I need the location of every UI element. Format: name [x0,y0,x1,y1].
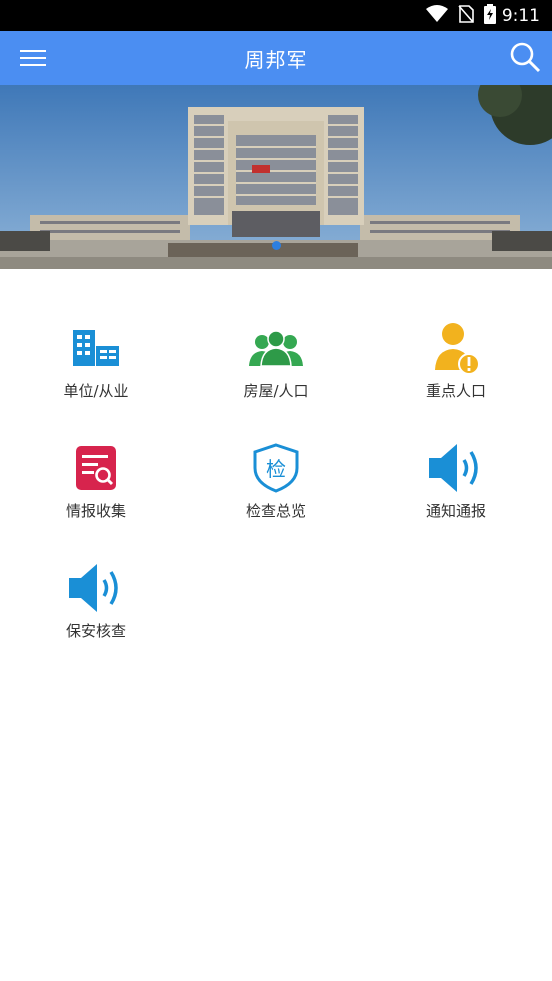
battery-charging-icon [483,3,496,28]
menu-item-key-population[interactable]: 重点人口 [364,320,548,420]
wifi-icon [425,4,448,27]
page-title: 周邦军 [244,47,308,72]
alert-person-icon [426,320,486,376]
menu-item-label: 单位/从业 [63,382,129,400]
no-sim-icon [458,4,474,27]
menu-item-housing[interactable]: 房屋/人口 [184,320,368,420]
menu-item-label: 情报收集 [65,502,126,520]
search-icon[interactable] [509,41,541,73]
menu-item-label: 检查总览 [245,502,306,520]
people-icon [246,320,306,376]
menu-icon[interactable] [20,48,48,68]
carousel-indicator [0,241,552,250]
menu-item-label: 通知通报 [425,502,486,520]
menu-item-label: 房屋/人口 [243,382,309,400]
speaker-icon [426,440,486,496]
menu-item-intelligence[interactable]: 情报收集 [4,440,188,540]
menu-item-inspection-overview[interactable]: 检 检查总览 [184,440,368,540]
status-bar: 9:11 [0,0,552,31]
menu-item-notice[interactable]: 通知通报 [364,440,548,540]
app-bar: 周邦军 [0,31,552,85]
inspect-shield-icon: 检 [246,440,306,496]
menu-item-label: 保安核查 [65,622,126,640]
speaker-icon [66,560,126,616]
menu-item-label: 重点人口 [425,382,486,400]
menu-item-unit[interactable]: 单位/从业 [4,320,188,420]
clock: 9:11 [501,5,540,26]
carousel-dot-active[interactable] [271,241,281,250]
building-icon [66,320,126,376]
menu-item-security-check[interactable]: 保安核查 [4,560,188,660]
inspect-shield-glyph: 检 [266,457,286,481]
report-search-icon [66,440,126,496]
